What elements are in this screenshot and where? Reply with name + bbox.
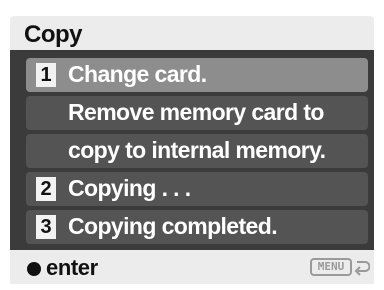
step-label: Change card. <box>68 61 207 87</box>
step-number-2: 2 <box>36 177 56 201</box>
menu-button[interactable]: MENU <box>310 258 352 276</box>
step-number-3: 3 <box>36 215 56 239</box>
step-copying-completed[interactable]: 3 Copying completed. <box>26 210 368 244</box>
enter-label[interactable]: enter <box>46 255 98 281</box>
return-arrow-icon <box>354 261 370 276</box>
camera-copy-screen: Copy 1 Change card. Remove memory card t… <box>0 0 384 290</box>
step-change-card[interactable]: 1 Change card. <box>26 58 368 92</box>
step-instruction-line-1: Remove memory card to <box>26 96 368 130</box>
filled-circle-icon <box>27 262 41 276</box>
step-label: copy to internal memory. <box>68 137 326 163</box>
screen-title: Copy <box>24 21 83 48</box>
step-label: Remove memory card to <box>68 99 324 125</box>
step-label: Copying completed. <box>68 213 278 239</box>
step-copying[interactable]: 2 Copying . . . <box>26 172 368 206</box>
step-number-1: 1 <box>36 63 56 87</box>
step-instruction-line-2: copy to internal memory. <box>26 134 368 168</box>
step-label: Copying . . . <box>68 175 191 201</box>
